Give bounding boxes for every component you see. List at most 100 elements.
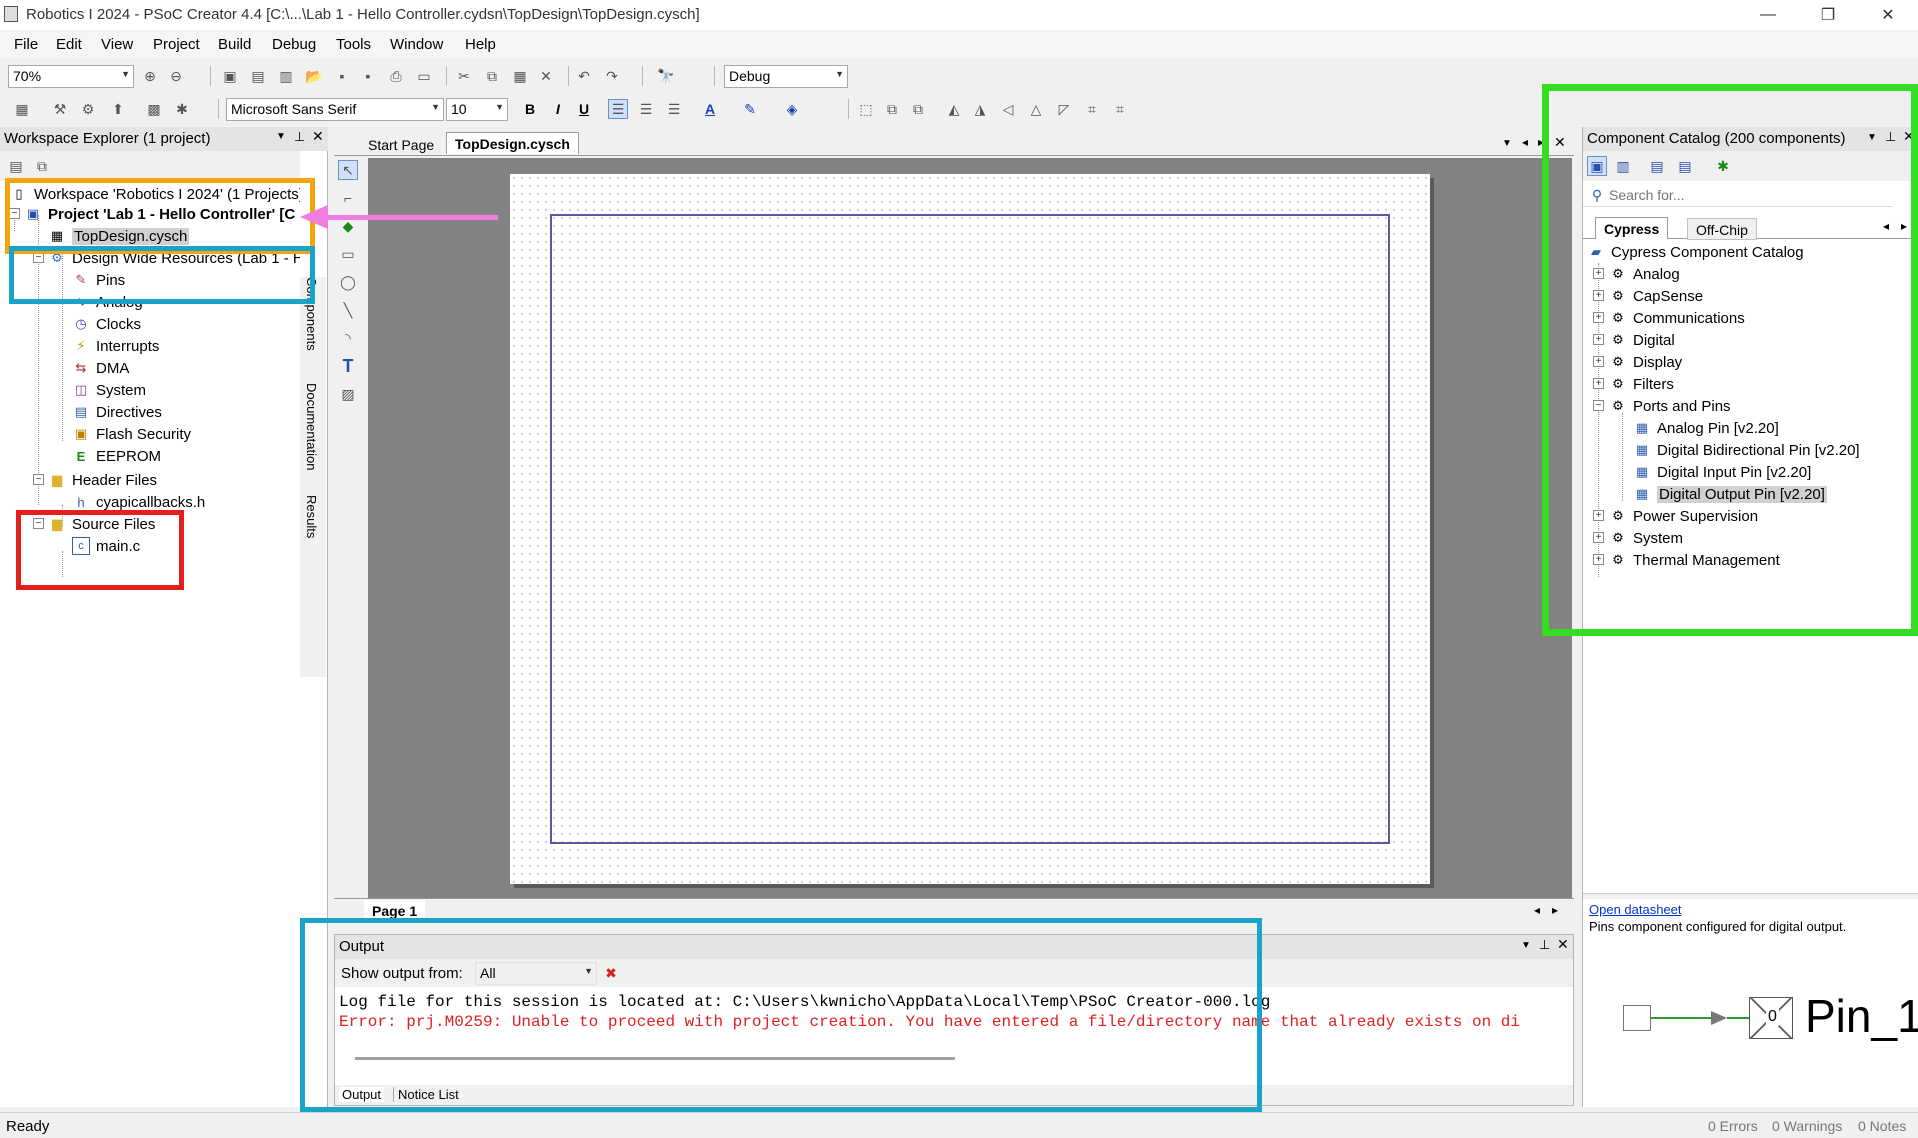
tree-item-project[interactable]: ▣ Project 'Lab 1 - Hello Controller' [C [24, 203, 295, 225]
build-icon[interactable]: ⚒ [50, 99, 70, 119]
chevron-down-icon[interactable]: ▼ [276, 131, 286, 142]
font-size-combo[interactable]: 10 ▼ [446, 98, 508, 121]
chip-icon[interactable]: ▩ [144, 99, 164, 119]
bold-button[interactable]: B [520, 99, 540, 119]
catalog-item-digital-input-pin[interactable]: ▦ Digital Input Pin [v2.20] [1633, 461, 1811, 483]
tab-page-1[interactable]: Page 1 [364, 900, 426, 922]
tab-results[interactable]: Results [304, 495, 319, 538]
tab-documentation[interactable]: Documentation [304, 383, 319, 470]
undo-icon[interactable]: ↶ [574, 66, 594, 86]
tab-notice-list[interactable]: Notice List [393, 1087, 463, 1102]
catalog-item-filters[interactable]: ⚙ Filters [1609, 373, 1674, 395]
expand-toggle[interactable]: + [1593, 510, 1604, 521]
expand-toggle[interactable]: + [1593, 312, 1604, 323]
tree-item-clocks[interactable]: ◷ Clocks [72, 313, 141, 335]
tab-output[interactable]: Output [339, 1087, 385, 1102]
tree-item-interrupts[interactable]: ⚡ Interrupts [72, 335, 159, 357]
tree-item-dma[interactable]: ⇆ DMA [72, 357, 130, 379]
fill-color-icon[interactable]: ◈ [782, 99, 802, 119]
tree-item-design-wide-resources[interactable]: ⚙ Design Wide Resources (Lab 1 - He [48, 247, 300, 269]
clear-output-icon[interactable]: ✖ [601, 963, 621, 983]
tree-item-workspace[interactable]: ▯ Workspace 'Robotics I 2024' (1 Projects… [10, 183, 300, 205]
menu-edit[interactable]: Edit [56, 36, 82, 53]
tab-off-chip[interactable]: Off-Chip [1687, 218, 1757, 240]
rotate-right-icon[interactable]: ◮ [970, 99, 990, 119]
catalog-item-digital-bidirectional-pin[interactable]: ▦ Digital Bidirectional Pin [v2.20] [1633, 439, 1860, 461]
expand-toggle[interactable]: + [1593, 334, 1604, 345]
tree-item-flash-security[interactable]: ▣ Flash Security [72, 423, 191, 445]
collapse-toggle[interactable]: − [1593, 400, 1604, 411]
close-icon[interactable]: ✕ [1557, 936, 1569, 953]
expand-toggle[interactable]: + [1593, 378, 1604, 389]
group-icon[interactable]: ⌗ [1082, 99, 1102, 119]
menu-window[interactable]: Window [390, 36, 443, 53]
tree-item-pins[interactable]: ✎ Pins [72, 269, 126, 291]
bring-front-icon[interactable]: ⧉ [882, 99, 902, 119]
flip-horizontal-icon[interactable]: ◁ [998, 99, 1018, 119]
underline-button[interactable]: U [574, 99, 594, 119]
tab-topdesign[interactable]: TopDesign.cysch [446, 132, 579, 154]
pin-icon[interactable]: ⊥ [1539, 937, 1550, 953]
pin-icon[interactable]: ⊥ [294, 129, 305, 145]
ellipse-tool-icon[interactable]: ◯ [338, 272, 358, 292]
new-file-icon[interactable]: ▤ [248, 66, 268, 86]
text-tool-icon[interactable]: T [338, 356, 358, 376]
catalog-item-analog[interactable]: ⚙ Analog [1609, 263, 1680, 285]
menu-view[interactable]: View [101, 36, 133, 53]
catalog-export-icon[interactable]: ▤ [1675, 156, 1695, 176]
schematic-icon[interactable]: ▦ [12, 99, 32, 119]
catalog-refresh-icon[interactable]: ✱ [1713, 156, 1733, 176]
arrange-icon[interactable]: ⬚ [856, 99, 876, 119]
close-icon[interactable]: ✕ [312, 128, 324, 145]
italic-button[interactable]: I [548, 99, 568, 119]
schematic-canvas[interactable] [368, 158, 1572, 898]
minimize-button[interactable]: — [1740, 0, 1796, 30]
refresh-icon[interactable]: ⧉ [32, 156, 52, 176]
close-icon[interactable]: ✕ [1554, 134, 1566, 151]
line-tool-icon[interactable]: ╲ [338, 300, 358, 320]
flip-vertical-icon[interactable]: △ [1026, 99, 1046, 119]
collapse-toggle[interactable]: − [33, 518, 44, 529]
scroll-left-icon[interactable]: ◂ [1522, 135, 1528, 149]
collapse-toggle[interactable]: − [33, 474, 44, 485]
add-item-icon[interactable]: ▥ [276, 66, 296, 86]
tree-item-directives[interactable]: ▤ Directives [72, 401, 162, 423]
delete-icon[interactable]: ✕ [536, 66, 556, 86]
tree-item-source-files[interactable]: ▆ Source Files [48, 513, 155, 535]
catalog-root[interactable]: ▰ Cypress Component Catalog [1587, 241, 1804, 263]
rotate-left-icon[interactable]: ◭ [944, 99, 964, 119]
menu-project[interactable]: Project [153, 36, 200, 53]
output-text-area[interactable]: Log file for this session is located at:… [335, 987, 1573, 1077]
menu-help[interactable]: Help [465, 36, 496, 53]
zoom-out-icon[interactable]: ⊖ [166, 66, 186, 86]
save-icon[interactable]: ▪ [332, 66, 352, 86]
align-left-icon[interactable]: ☰ [608, 99, 628, 119]
catalog-item-thermal-management[interactable]: ⚙ Thermal Management [1609, 549, 1780, 571]
font-color-icon[interactable]: A [700, 99, 720, 119]
align-right-icon[interactable]: ☰ [664, 99, 684, 119]
clean-icon[interactable]: ⚙ [78, 99, 98, 119]
catalog-item-digital-output-pin[interactable]: ▦ Digital Output Pin [v2.20] [1633, 483, 1827, 505]
menu-build[interactable]: Build [218, 36, 251, 53]
pin-icon[interactable]: ⊥ [1885, 129, 1896, 145]
line-color-icon[interactable]: ✎ [740, 99, 760, 119]
tab-cypress[interactable]: Cypress [1595, 217, 1669, 239]
catalog-item-digital[interactable]: ⚙ Digital [1609, 329, 1675, 351]
wire-tool-icon[interactable]: ⌐ [338, 188, 358, 208]
menu-debug[interactable]: Debug [272, 36, 316, 53]
tree-item-analog[interactable]: ∿ Analog [72, 291, 143, 313]
scroll-right-icon[interactable]: ▸ [1552, 903, 1558, 917]
save-all-icon[interactable]: ▪ [358, 66, 378, 86]
chevron-down-icon[interactable]: ▼ [1502, 138, 1512, 149]
send-back-icon[interactable]: ⧉ [908, 99, 928, 119]
maximize-button[interactable]: ❐ [1800, 0, 1856, 30]
align-center-icon[interactable]: ☰ [636, 99, 656, 119]
catalog-item-power-supervision[interactable]: ⚙ Power Supervision [1609, 505, 1758, 527]
search-input[interactable] [1609, 185, 1889, 205]
arc-tool-icon[interactable]: ◝ [338, 328, 358, 348]
expand-toggle[interactable]: + [1593, 356, 1604, 367]
cut-icon[interactable]: ✂ [454, 66, 474, 86]
expand-toggle[interactable]: + [1593, 290, 1604, 301]
paste-icon[interactable]: ▦ [510, 66, 530, 86]
tree-item-system[interactable]: ◫ System [72, 379, 146, 401]
